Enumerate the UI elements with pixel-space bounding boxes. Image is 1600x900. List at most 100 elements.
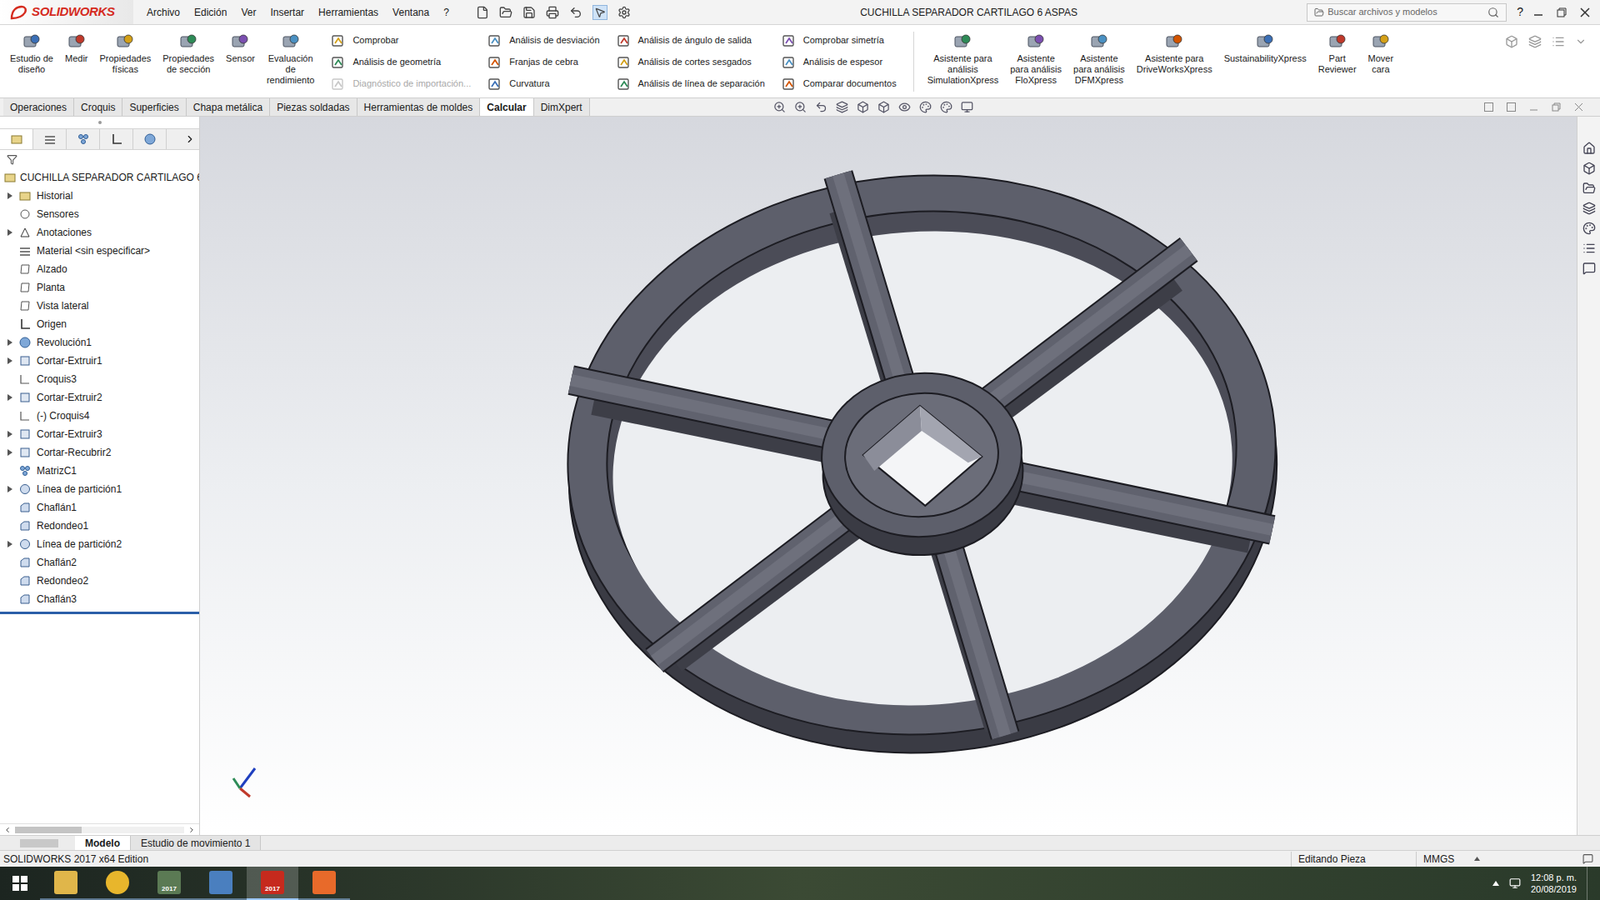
menu-item[interactable]: Herramientas — [318, 5, 379, 20]
expand-icon[interactable] — [1575, 35, 1587, 48]
notifications-icon[interactable] — [1582, 853, 1594, 865]
ribbon-button[interactable]: Asistentepara análisisDFMXpress — [1070, 31, 1129, 86]
ribbon-small-button[interactable]: Análisis de línea de separación — [616, 75, 765, 93]
ribbon-button[interactable]: Propiedadesfísicas — [96, 31, 155, 75]
status-units[interactable]: MMGS — [1415, 851, 1516, 867]
options-icon[interactable] — [617, 5, 631, 20]
ribbon-small-button[interactable]: Análisis de espesor — [781, 53, 897, 71]
start-button[interactable] — [0, 866, 40, 900]
expand-arrow-icon[interactable] — [7, 394, 13, 401]
tree-item[interactable]: Cortar-Extruir2 — [0, 388, 200, 407]
ribbon-button[interactable]: Evaluaciónderendimiento — [263, 31, 318, 86]
appearances-icon[interactable] — [1582, 221, 1596, 235]
rollback-bar[interactable] — [0, 611, 200, 615]
hide-show-icon[interactable] — [898, 100, 911, 114]
view-palette-icon[interactable] — [1582, 201, 1596, 215]
save-icon[interactable] — [522, 5, 536, 20]
tree-item[interactable]: Línea de partición1 — [0, 480, 200, 499]
expand-arrow-icon[interactable] — [7, 540, 13, 548]
tree-item[interactable]: Línea de partición2 — [0, 535, 200, 554]
tree-item[interactable]: MatrizC1 — [0, 461, 200, 480]
help-button[interactable]: ? — [1506, 3, 1534, 21]
tray-arrow-icon[interactable] — [1492, 880, 1500, 886]
layers-icon[interactable] — [1528, 35, 1542, 49]
ribbon-button[interactable]: Medir — [61, 31, 92, 65]
expand-arrow-icon[interactable] — [7, 430, 13, 438]
tree-item[interactable]: Sensores — [0, 205, 200, 224]
open-icon[interactable] — [499, 5, 513, 20]
taskbar-app[interactable]: 2017 — [143, 866, 195, 900]
tree-item[interactable]: (-) Croquis4 — [0, 406, 200, 425]
select-button[interactable] — [592, 5, 608, 20]
ribbon-small-button[interactable]: Franjas de cebra — [487, 53, 600, 71]
expand-arrow-icon[interactable] — [7, 192, 13, 200]
display-style-icon[interactable] — [877, 100, 890, 114]
tree-item[interactable]: Cortar-Extruir3 — [0, 425, 200, 444]
bottom-tab[interactable]: Estudio de movimiento 1 — [130, 835, 261, 850]
tile-icon[interactable] — [1506, 102, 1516, 112]
horizontal-scrollbar[interactable] — [0, 823, 200, 835]
ribbon-small-button[interactable]: Análisis de geometría — [330, 53, 471, 71]
scroll-right-icon[interactable] — [187, 825, 196, 835]
expand-arrow-icon[interactable] — [7, 339, 13, 346]
close-icon[interactable] — [1580, 7, 1590, 18]
print-icon[interactable] — [545, 5, 560, 20]
library-icon[interactable] — [1582, 161, 1596, 175]
forum-icon[interactable] — [1582, 261, 1596, 275]
menu-item[interactable]: Ver — [240, 5, 256, 20]
tree-item[interactable]: Redondeo1 — [0, 516, 200, 535]
graphics-area[interactable] — [200, 116, 1577, 835]
ribbon-button[interactable]: Asistentepara análisisFloXpress — [1006, 31, 1065, 86]
zoom-area-icon[interactable] — [794, 100, 807, 114]
tree-item[interactable]: Chaflán1 — [0, 498, 200, 517]
ribbon-button[interactable]: SustainabilityXpress — [1220, 31, 1310, 65]
part-model[interactable] — [546, 134, 1297, 793]
command-tab[interactable]: DimXpert — [534, 98, 590, 116]
properties-icon[interactable] — [1582, 241, 1596, 255]
command-tab[interactable]: Chapa metálica — [186, 98, 270, 116]
ribbon-button[interactable]: Movercara — [1365, 31, 1398, 75]
expand-arrow-icon[interactable] — [7, 229, 13, 236]
tree-item[interactable]: Material <sin especificar> — [0, 241, 200, 260]
tree-item[interactable]: Chaflán2 — [0, 553, 200, 572]
ribbon-small-button[interactable]: Comparar documentos — [781, 75, 897, 93]
minimize-icon[interactable] — [1533, 7, 1544, 18]
close-icon[interactable] — [1574, 102, 1584, 112]
panel-tab[interactable] — [100, 129, 134, 150]
ribbon-button[interactable]: Asistente paraDriveWorksXpress — [1133, 31, 1216, 75]
ribbon-small-button[interactable]: Diagnóstico de importación... — [330, 75, 471, 93]
menu-item[interactable]: Archivo — [146, 5, 180, 20]
ribbon-button[interactable]: Asistente paraanálisisSimulationXpress — [924, 31, 1003, 86]
ribbon-small-button[interactable]: Análisis de cortes sesgados — [616, 53, 765, 71]
section-view-icon[interactable] — [835, 100, 849, 114]
units-menu-icon[interactable] — [1474, 856, 1480, 861]
panel-tab[interactable] — [0, 129, 34, 150]
tree-item[interactable]: Cortar-Recubrir2 — [0, 443, 200, 462]
restore-icon[interactable] — [1556, 7, 1567, 18]
panel-tab[interactable] — [133, 129, 167, 150]
tree-item[interactable]: Anotaciones — [0, 223, 200, 242]
ribbon-small-button[interactable]: Curvatura — [487, 75, 600, 93]
bottom-tab[interactable]: Modelo — [75, 835, 131, 850]
expand-arrow-icon[interactable] — [7, 449, 13, 456]
tree-item[interactable]: Planta — [0, 278, 200, 297]
network-icon[interactable] — [1509, 877, 1521, 890]
scene-icon[interactable] — [940, 100, 953, 114]
ribbon-small-button[interactable]: Comprobar simetría — [781, 31, 897, 50]
tree-item[interactable]: Croquis3 — [0, 370, 200, 389]
expand-arrow-icon[interactable] — [7, 357, 13, 365]
ribbon-button[interactable]: Propiedadesde sección — [159, 31, 218, 75]
command-tab[interactable]: Piezas soldadas — [270, 98, 357, 116]
command-tab[interactable]: Operaciones — [3, 98, 75, 116]
list-icon[interactable] — [1551, 35, 1565, 49]
explorer-icon[interactable] — [1582, 181, 1596, 195]
tree-item[interactable]: Historial — [0, 186, 200, 205]
clock[interactable]: 12:08 p. m.20/08/2019 — [1530, 871, 1577, 895]
home-icon[interactable] — [1582, 141, 1596, 155]
view-settings-icon[interactable] — [960, 100, 974, 114]
ribbon-small-button[interactable]: Análisis de desviación — [487, 31, 600, 50]
box-icon[interactable] — [1505, 35, 1519, 49]
filter-icon[interactable] — [6, 154, 18, 165]
ribbon-button[interactable]: Sensor — [222, 31, 259, 65]
ribbon-button[interactable]: PartReviewer — [1315, 31, 1360, 75]
